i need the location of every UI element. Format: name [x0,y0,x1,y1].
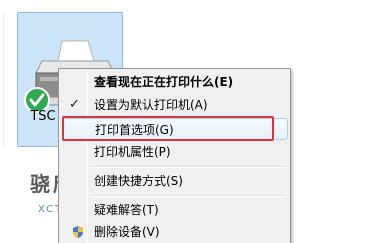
menu-separator [91,195,285,197]
menu-item-remove-device[interactable]: 删除设备(V) [62,221,288,243]
menu-separator [91,166,285,168]
menu-item-label: 创建快捷方式(S) [94,174,183,188]
shield-icon [73,226,83,238]
adjacent-device-tile[interactable] [0,12,4,147]
menu-item-label: 疑难解答(T) [94,203,159,217]
menu-item-label: 查看现在正在打印什么(E) [94,75,234,89]
menu-item-label: 删除设备(V) [94,225,160,239]
annotation-highlight-box [62,116,274,141]
menu-item-printer-properties[interactable]: 打印机属性(P) [62,141,288,163]
desktop-canvas: TSC 骁唐智能 XCTANG 查看现在正在打印什么(E) ✓ 设置为默认打印机… [0,0,388,243]
menu-item-label: 设置为默认打印机(A) [94,98,208,112]
menu-item-view-printing[interactable]: 查看现在正在打印什么(E) [62,71,288,93]
menu-item-create-shortcut[interactable]: 创建快捷方式(S) [62,170,288,192]
menu-item-troubleshoot[interactable]: 疑难解答(T) [62,199,288,221]
checkmark-icon: ✓ [69,97,80,112]
menu-item-label: 打印机属性(P) [94,145,171,159]
context-menu: 查看现在正在打印什么(E) ✓ 设置为默认打印机(A) 打印首选项(G) 打印机… [58,68,291,243]
menu-item-set-default[interactable]: ✓ 设置为默认打印机(A) [62,94,288,116]
